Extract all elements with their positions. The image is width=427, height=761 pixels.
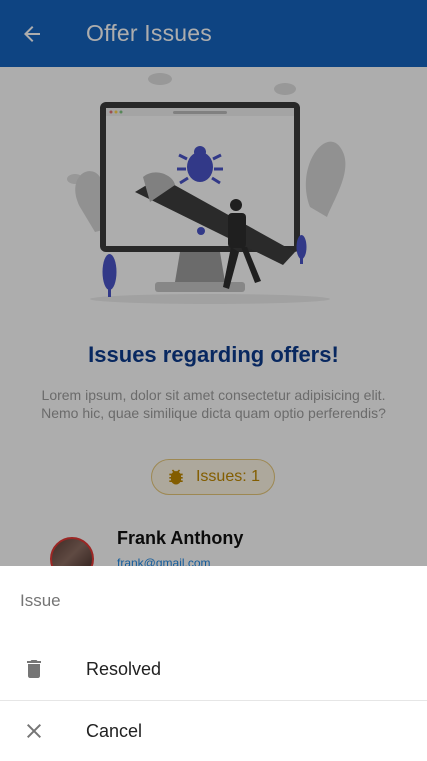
bottom-sheet: Issue Resolved Cancel [0, 566, 427, 758]
user-name: Frank Anthony [117, 528, 244, 548]
resolved-label: Resolved [86, 658, 162, 679]
cancel-label: Cancel [86, 720, 143, 741]
issues-heading: Issues regarding offers! [88, 342, 339, 367]
issues-count-label: Issues: 1 [195, 468, 261, 485]
bug-icon [169, 469, 183, 485]
app-bar: Offer Issues [0, 0, 427, 67]
trash-icon [21, 656, 47, 682]
issues-count-chip[interactable]: Issues: 1 [151, 459, 275, 495]
issues-description: Lorem ipsum, dolor sit amet consectetur … [41, 387, 386, 421]
page-title: Offer Issues [86, 20, 212, 46]
cancel-action[interactable]: Cancel [0, 700, 427, 761]
arrow-left-icon [24, 25, 40, 42]
bottom-sheet-title: Issue [20, 591, 61, 610]
back-button[interactable] [4, 0, 60, 67]
close-icon [21, 718, 47, 744]
resolved-action[interactable]: Resolved [0, 639, 427, 699]
bug-fixing-illustration [67, 73, 346, 304]
